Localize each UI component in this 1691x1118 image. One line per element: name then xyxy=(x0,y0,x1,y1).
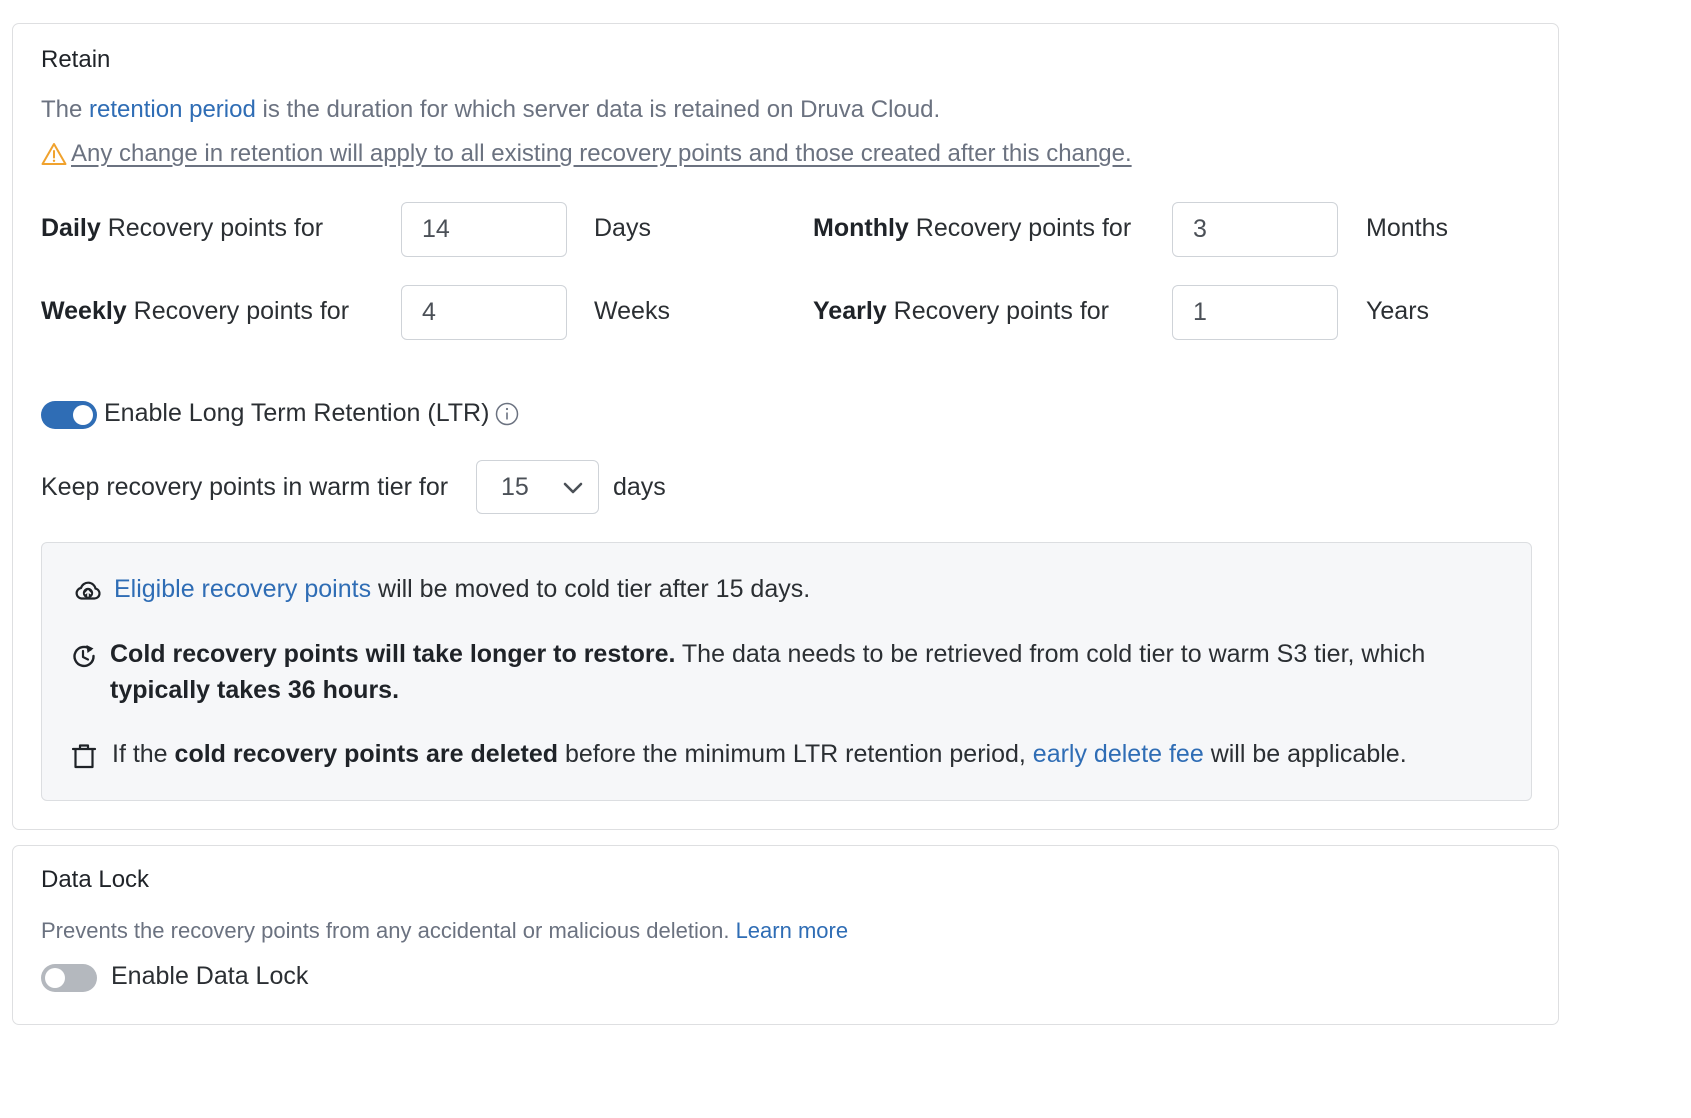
info-item3-prefix: If the xyxy=(112,740,175,768)
data-lock-toggle-label: Enable Data Lock xyxy=(111,962,309,990)
info-item-restore-time: Cold recovery points will take longer to… xyxy=(73,636,1500,708)
early-delete-fee-link[interactable]: early delete fee xyxy=(1033,740,1204,768)
weekly-retention-input[interactable] xyxy=(401,285,567,340)
retention-warning-text[interactable]: Any change in retention will apply to al… xyxy=(71,140,1132,168)
cloud-upload-icon xyxy=(75,581,101,600)
weekly-label-text: Recovery points for xyxy=(126,297,350,325)
warm-tier-label: Keep recovery points in warm tier for xyxy=(41,473,449,501)
restore-clock-icon xyxy=(73,645,95,668)
description-suffix: is the duration for which server data is… xyxy=(255,96,941,123)
data-lock-toggle[interactable] xyxy=(41,964,97,992)
warm-tier-unit: days xyxy=(613,473,666,501)
ltr-toggle-label: Enable Long Term Retention (LTR) xyxy=(104,399,519,428)
monthly-bold: Monthly xyxy=(813,214,909,242)
daily-retention-input[interactable] xyxy=(401,202,567,257)
retain-description: The retention period is the duration for… xyxy=(41,96,940,124)
yearly-bold: Yearly xyxy=(813,297,887,325)
data-lock-description-text: Prevents the recovery points from any ac… xyxy=(41,918,736,943)
info-item2-bold-duration: typically takes 36 hours. xyxy=(110,676,400,704)
warning-triangle-icon xyxy=(41,143,67,165)
ltr-toggle-knob xyxy=(73,405,93,425)
daily-bold: Daily xyxy=(41,214,101,242)
trash-icon xyxy=(71,744,97,769)
info-item2-text: The data needs to be retrieved from cold… xyxy=(675,640,1426,668)
learn-more-link[interactable]: Learn more xyxy=(736,918,849,943)
warm-tier-days-select[interactable]: 15 xyxy=(476,460,599,514)
monthly-retention-input[interactable] xyxy=(1172,202,1338,257)
info-item3-bold: cold recovery points are deleted xyxy=(174,740,559,768)
info-item-early-delete: If the cold recovery points are deleted … xyxy=(71,736,1407,772)
monthly-label-text: Recovery points for xyxy=(908,214,1132,242)
info-item-cold-tier-move: Eligible recovery points will be moved t… xyxy=(75,571,811,607)
yearly-retention-input[interactable] xyxy=(1172,285,1338,340)
monthly-label: Monthly Recovery points for xyxy=(813,214,1131,243)
retain-card: Retain The retention period is the durat… xyxy=(12,23,1559,830)
info-item3-suffix: will be applicable. xyxy=(1203,740,1407,768)
daily-unit: Days xyxy=(594,214,651,242)
data-lock-toggle-knob xyxy=(45,968,65,988)
yearly-unit: Years xyxy=(1366,297,1430,325)
info-item2-bold: Cold recovery points will take longer to… xyxy=(110,640,676,668)
retain-title: Retain xyxy=(41,46,111,73)
monthly-unit: Months xyxy=(1366,214,1448,242)
retention-warning: Any change in retention will apply to al… xyxy=(41,140,1132,168)
daily-label: Daily Recovery points for xyxy=(41,214,323,243)
yearly-label-text: Recovery points for xyxy=(886,297,1110,325)
ltr-info-box: Eligible recovery points will be moved t… xyxy=(41,542,1532,801)
daily-label-text: Recovery points for xyxy=(100,214,324,242)
eligible-recovery-points-link[interactable]: Eligible recovery points xyxy=(114,575,371,603)
ltr-toggle[interactable] xyxy=(41,401,97,429)
ltr-label-text: Enable Long Term Retention (LTR) xyxy=(104,399,490,427)
warm-tier-selected-value: 15 xyxy=(501,473,529,501)
retention-period-link[interactable]: retention period xyxy=(89,96,256,123)
weekly-unit: Weeks xyxy=(594,297,670,325)
description-prefix: The xyxy=(41,96,90,123)
data-lock-card: Data Lock Prevents the recovery points f… xyxy=(12,845,1559,1025)
data-lock-description: Prevents the recovery points from any ac… xyxy=(41,918,848,944)
yearly-label: Yearly Recovery points for xyxy=(813,297,1109,326)
info-circle-icon[interactable] xyxy=(495,402,519,426)
weekly-label: Weekly Recovery points for xyxy=(41,297,349,326)
info-item1-text: will be moved to cold tier after 15 days… xyxy=(371,575,811,603)
chevron-down-icon xyxy=(563,482,583,494)
data-lock-title: Data Lock xyxy=(41,866,150,893)
weekly-bold: Weekly xyxy=(41,297,127,325)
info-item3-middle: before the minimum LTR retention period, xyxy=(558,740,1033,768)
